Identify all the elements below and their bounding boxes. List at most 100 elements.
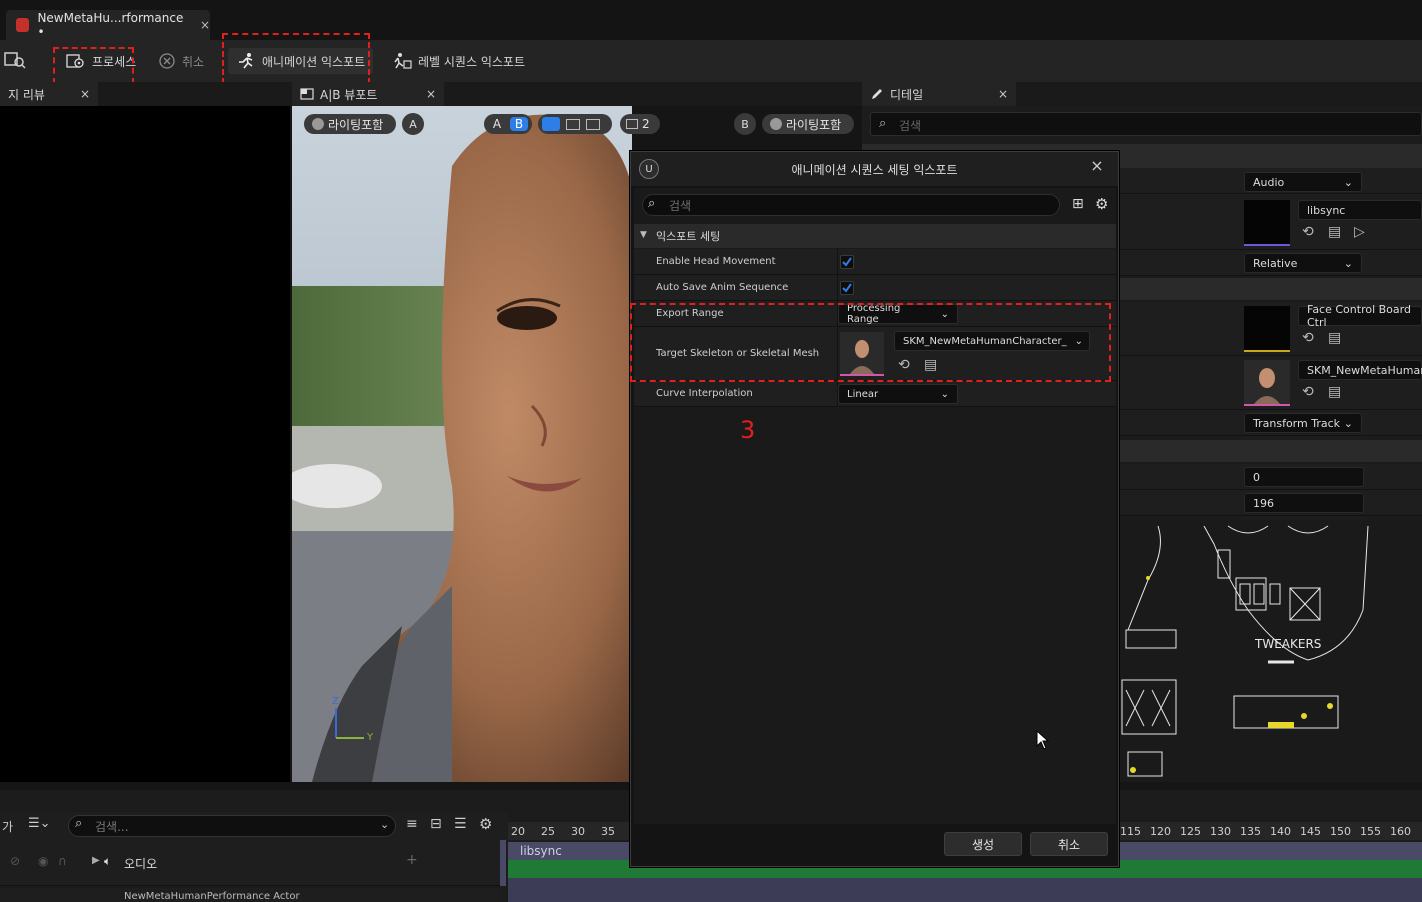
document-tab[interactable]: NewMetaHu...rformance • × (6, 10, 210, 40)
sequencer-add-label[interactable]: 가 (2, 818, 13, 835)
layout-count-button[interactable]: 2 (620, 114, 660, 134)
browse-back-icon[interactable]: ⟲ (1302, 384, 1314, 400)
filter-icon[interactable]: ☰⌄ (28, 816, 51, 831)
tweakers-label: TWEAKERS (1255, 637, 1322, 651)
libsync-thumbnail[interactable] (1244, 200, 1290, 246)
track-row-audio[interactable]: ⊘ ◉ ∩ ▶ 🔈︎ 오디오 + (0, 840, 500, 886)
tab-ab-viewport[interactable]: A|B 뷰포트 × (292, 82, 444, 106)
viewport-b-button[interactable]: B (734, 113, 756, 135)
dialog-search[interactable]: 검색 (642, 194, 1060, 216)
grid-view-icon[interactable]: ⊞ (1072, 196, 1084, 212)
sequencer-search[interactable]: 검색... (68, 815, 396, 837)
curve-interpolation-value: Linear (847, 388, 879, 400)
tab-ab-viewport-label: A|B 뷰포트 (320, 87, 378, 102)
folder-icon[interactable]: ▤ (1328, 384, 1341, 400)
skm-thumbnail[interactable] (1244, 360, 1290, 406)
chevron-down-icon[interactable]: ⌄ (380, 818, 389, 831)
relative-combo[interactable]: Relative ⌄ (1244, 253, 1362, 273)
folder-icon[interactable]: ▤ (1328, 224, 1341, 240)
mute-icon[interactable]: ⊘ (10, 854, 20, 868)
close-icon[interactable]: × (200, 18, 210, 32)
close-icon[interactable]: × (426, 87, 436, 101)
row-divider (837, 275, 838, 300)
close-icon[interactable]: × (998, 87, 1008, 101)
browse-back-icon[interactable]: ⟲ (1302, 330, 1314, 346)
lighting-toggle-right[interactable]: 라이팅포함 (762, 114, 854, 134)
gear-icon[interactable]: ⚙ (1095, 195, 1108, 213)
ab-a-option[interactable]: A (488, 117, 506, 131)
expand-icon[interactable]: ⊟ (430, 816, 442, 832)
ab-toggle[interactable]: A B (484, 114, 532, 134)
tab-review[interactable]: 지 리뷰 × (0, 82, 98, 106)
browse-icon[interactable] (4, 50, 26, 70)
actor-track-bar[interactable] (508, 878, 1422, 902)
control-board-view[interactable]: TWEAKERS (1118, 520, 1422, 782)
transform-combo[interactable]: Transform Track ⌄ (1244, 413, 1362, 433)
ab-viewport[interactable]: Z Y (292, 106, 632, 782)
eye-icon[interactable]: ◉ (38, 854, 48, 868)
ruler-tick: 35 (601, 825, 615, 838)
layout-split-icon[interactable] (566, 118, 580, 130)
layout-toggle[interactable] (538, 114, 612, 134)
row-divider (837, 249, 838, 274)
level-sequence-export-button[interactable]: 레벨 시퀀스 익스포트 (382, 48, 533, 74)
face-control-field[interactable]: Face Control Board Ctrl (1298, 303, 1422, 329)
layout-count-icon (626, 119, 638, 129)
search-icon: ⌕ (75, 816, 83, 831)
auto-save-label: Auto Save Anim Sequence (656, 282, 789, 293)
range-end-field[interactable]: 196 (1244, 493, 1364, 513)
create-button[interactable]: 생성 (944, 832, 1022, 856)
skm-field[interactable]: SKM_NewMetaHumanC (1298, 360, 1422, 380)
gear-icon[interactable]: ⚙ (479, 815, 492, 833)
headphone-icon[interactable]: ∩ (58, 854, 67, 868)
level-sequence-export-label: 레벨 시퀀스 익스포트 (418, 54, 525, 69)
dialog-title-bar[interactable]: 애니메이션 시퀀스 세팅 익스포트 (631, 152, 1118, 186)
expand-arrow-icon[interactable]: ▶ (92, 855, 100, 866)
layout-single-icon[interactable] (542, 117, 560, 131)
cancel-button[interactable]: 취소 (150, 48, 212, 74)
ab-b-option[interactable]: B (510, 117, 528, 131)
export-settings-header[interactable]: 익스포트 세팅 (634, 224, 1116, 248)
transform-combo-value: Transform Track (1253, 416, 1340, 430)
lighting-icon (312, 118, 324, 130)
auto-save-checkbox[interactable] (840, 281, 854, 295)
play-icon[interactable]: ▷ (1354, 224, 1365, 240)
list-icon[interactable]: ☰ (454, 816, 467, 832)
row-enable-head-movement: Enable Head Movement (634, 249, 1116, 275)
annotation-number-3: 3 (740, 416, 756, 444)
collapse-arrow-icon[interactable]: ▼ (640, 230, 647, 240)
tab-details[interactable]: 디테일 × (862, 82, 1016, 106)
curve-interpolation-combo[interactable]: Linear ⌄ (838, 384, 958, 404)
chevron-down-icon: ⌄ (1343, 175, 1353, 189)
tab-review-label: 지 리뷰 (8, 87, 45, 102)
ruler-tick: 30 (571, 825, 585, 838)
axis-y-label: Y (367, 732, 374, 743)
ruler-tick: 115 (1120, 825, 1141, 838)
asset-icon (16, 18, 30, 32)
tab-details-label: 디테일 (890, 87, 924, 102)
face-control-thumbnail[interactable] (1244, 306, 1290, 352)
track-divider[interactable] (500, 840, 506, 886)
range-start-field[interactable]: 0 (1244, 467, 1364, 487)
browse-back-icon[interactable]: ⟲ (1302, 224, 1314, 240)
annotation-box-process (53, 47, 134, 84)
layout-side-icon[interactable] (586, 118, 600, 130)
curve-interpolation-label: Curve Interpolation (656, 388, 753, 399)
lighting-toggle-left[interactable]: 라이팅포함 (304, 114, 396, 134)
dialog-cancel-button[interactable]: 취소 (1030, 832, 1108, 856)
enable-head-movement-checkbox[interactable] (840, 255, 854, 269)
libsync-asset-field[interactable]: libsync (1298, 200, 1422, 220)
folder-icon[interactable]: ▤ (1328, 330, 1341, 346)
viewport-render (292, 106, 632, 782)
viewport-a-button[interactable]: A (402, 113, 424, 135)
ruler-tick: 150 (1330, 825, 1351, 838)
close-icon[interactable]: × (1088, 156, 1106, 175)
ruler-tick: 20 (511, 825, 525, 838)
close-icon[interactable]: × (80, 87, 90, 101)
details-search[interactable]: ⌕ 검색 (870, 112, 1422, 136)
audio-combo[interactable]: Audio ⌄ (1244, 172, 1362, 192)
collapse-icon[interactable]: ≡ (406, 816, 418, 832)
pencil-icon (872, 89, 882, 99)
track-row-actor[interactable]: NewMetaHumanPerformance Actor (0, 888, 500, 902)
add-track-icon[interactable]: + (406, 852, 418, 868)
